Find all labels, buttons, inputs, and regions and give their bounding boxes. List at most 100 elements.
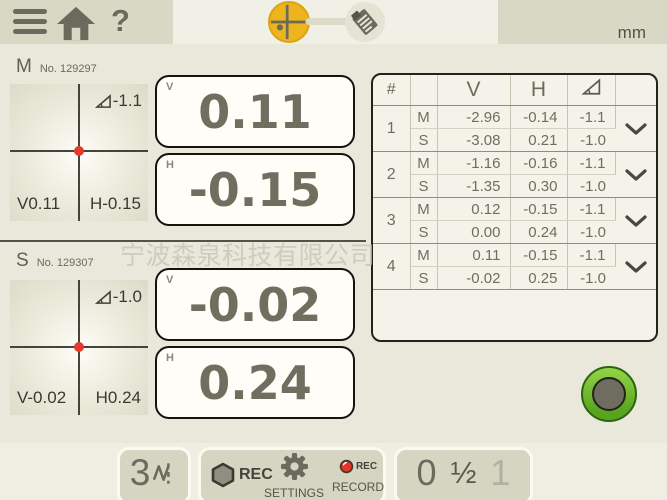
m-h-readout: H-0.15	[90, 194, 141, 214]
s-sensor-serial: No. 129307	[37, 257, 94, 269]
results-table-body: 1M-2.96-0.14-1.1S-3.080.21-1.02M-1.16-0.…	[373, 106, 656, 290]
step-measure-button[interactable]	[268, 1, 310, 43]
sensor-cell: M	[410, 198, 437, 221]
chevron-down-icon	[625, 123, 647, 135]
averaging-button[interactable]: 3	[117, 447, 191, 500]
header-index: #	[373, 75, 410, 106]
step-connector	[306, 18, 350, 25]
s-v-value: -0.02	[157, 270, 353, 339]
record-label: RECORD	[331, 480, 385, 494]
table-row: S0.000.24-1.0	[373, 221, 656, 244]
header-expand	[615, 75, 656, 106]
position-half: ½	[451, 455, 477, 491]
h-cell: -0.16	[510, 152, 567, 175]
record-rec-label: REC	[356, 461, 377, 472]
menu-button[interactable]	[13, 9, 47, 36]
m-v-value: 0.11	[157, 77, 353, 146]
sensor-cell: S	[410, 129, 437, 152]
record-button[interactable]: REC RECORD	[331, 459, 385, 494]
target-crosshair-icon	[270, 3, 308, 41]
h-cell: -0.14	[510, 106, 567, 129]
axis-label: H	[166, 352, 174, 364]
s-v-display: V -0.02	[155, 268, 355, 341]
angle-cell: -1.1	[567, 106, 615, 129]
start-button-core	[592, 377, 626, 411]
angle-icon	[95, 94, 112, 109]
h-cell: 0.30	[510, 175, 567, 198]
sensor-cell: S	[410, 221, 437, 244]
h-cell: -0.15	[510, 244, 567, 267]
sensor-cell: M	[410, 244, 437, 267]
header-v: V	[437, 75, 510, 106]
angle-icon	[95, 290, 112, 305]
table-header-row: # V H	[373, 75, 656, 106]
angle-cell: -1.1	[567, 198, 615, 221]
expand-row-button[interactable]	[615, 198, 656, 244]
unit-label[interactable]: mm	[588, 23, 646, 43]
laser-dot	[74, 342, 84, 352]
waveform-icon	[153, 460, 178, 486]
angle-cell: -1.1	[567, 244, 615, 267]
expand-row-button[interactable]	[615, 152, 656, 198]
s-h-value: 0.24	[157, 348, 353, 417]
angle-icon	[581, 78, 602, 96]
m-sensor-label: M	[16, 56, 32, 78]
s-h-readout: H0.24	[96, 388, 141, 408]
app-screen: ? mm M No. 129297	[0, 0, 667, 500]
row-index: 1	[373, 106, 410, 152]
m-v-readout: V0.11	[17, 194, 60, 214]
help-button[interactable]: ?	[111, 3, 130, 39]
settings-button[interactable]: SETTINGS	[263, 452, 325, 500]
sensor-cell: S	[410, 267, 437, 290]
menu-icon	[13, 9, 47, 14]
table-row: S-0.020.25-1.0	[373, 267, 656, 290]
position-button[interactable]: 0 ½ 1	[394, 447, 533, 500]
m-v-display: V 0.11	[155, 75, 355, 148]
m-angle-readout: -1.1	[95, 91, 142, 111]
v-cell: 0.11	[437, 244, 510, 267]
row-index: 2	[373, 152, 410, 198]
table-row: S-1.350.30-1.0	[373, 175, 656, 198]
v-cell: -2.96	[437, 106, 510, 129]
angle-cell: -1.1	[567, 152, 615, 175]
chevron-down-icon	[625, 261, 647, 273]
chevron-down-icon	[625, 215, 647, 227]
axis-label: V	[166, 274, 173, 286]
angle-cell: -1.0	[567, 267, 615, 290]
header-sensor	[410, 75, 437, 106]
averaging-value: 3	[130, 452, 151, 494]
h-cell: 0.24	[510, 221, 567, 244]
sensor-cell: S	[410, 175, 437, 198]
step-report-button[interactable]	[345, 2, 385, 42]
axis-label: H	[166, 159, 174, 171]
gear-icon	[280, 452, 309, 481]
table-row: 4M0.11-0.15-1.1	[373, 244, 656, 267]
expand-row-button[interactable]	[615, 244, 656, 290]
m-h-display: H -0.15	[155, 153, 355, 226]
angle-cell: -1.0	[567, 221, 615, 244]
control-panel: REC SETTINGS REC	[198, 447, 386, 500]
home-button[interactable]	[55, 5, 97, 47]
home-icon	[55, 5, 97, 42]
results-table: # V H 1M-2.96-0.14-1.1S-3.080.21-1.02M-1…	[371, 73, 658, 342]
m-sensor-header: M No. 129297	[16, 56, 97, 78]
table-row: S-3.080.21-1.0	[373, 129, 656, 152]
v-cell: 0.00	[437, 221, 510, 244]
hexagon-rec-icon	[210, 462, 236, 488]
sensor-cell: M	[410, 106, 437, 129]
header-angle	[567, 75, 615, 106]
row-index: 4	[373, 244, 410, 290]
expand-row-button[interactable]	[615, 106, 656, 152]
section-divider	[0, 240, 366, 242]
v-cell: -0.02	[437, 267, 510, 290]
header-h: H	[510, 75, 567, 106]
start-measure-button[interactable]	[581, 366, 637, 422]
h-cell: -0.15	[510, 198, 567, 221]
v-cell: -1.35	[437, 175, 510, 198]
report-icon	[347, 4, 383, 40]
record-dot-icon	[339, 459, 354, 474]
h-cell: 0.25	[510, 267, 567, 290]
s-sensor-label: S	[16, 250, 29, 272]
row-index: 3	[373, 198, 410, 244]
table-row: 2M-1.16-0.16-1.1	[373, 152, 656, 175]
